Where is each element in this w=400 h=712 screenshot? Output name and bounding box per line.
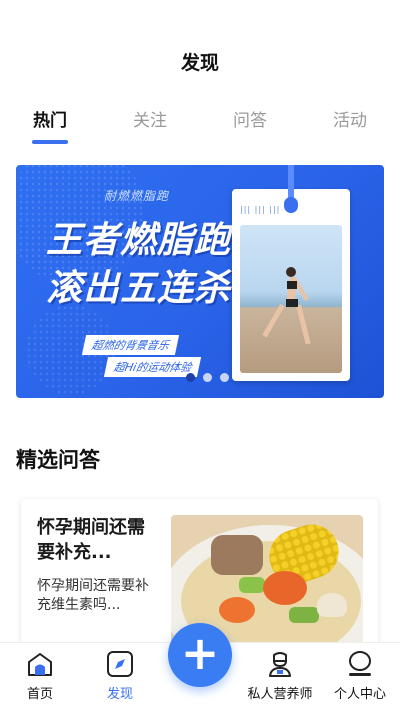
- soup-carrot: [263, 571, 307, 605]
- section-title-featured-qa: 精选问答: [16, 448, 100, 472]
- chef-icon: [269, 652, 291, 677]
- qa-card-description: 怀孕期间还需要补充维生素吗...: [37, 578, 149, 613]
- tabbar-item-discover[interactable]: 发现: [85, 649, 155, 702]
- home-icon: [28, 653, 52, 676]
- tab-hot[interactable]: 热门: [20, 106, 80, 131]
- page-title: 发现: [180, 52, 219, 74]
- carousel-dot-2[interactable]: [203, 373, 212, 382]
- promo-banner[interactable]: 耐燃燃脂跑 王者燃脂跑 滚出五连杀 超燃的背景音乐 超Hi的运动体验 ||| |…: [16, 165, 384, 398]
- banner-headline-2: 滚出五连杀: [46, 268, 232, 309]
- runner-leg: [262, 303, 285, 338]
- banner-headline-1: 王者燃脂跑: [46, 220, 232, 261]
- tab-active-indicator: [32, 140, 68, 144]
- tab-activity[interactable]: 活动: [320, 106, 380, 131]
- carousel-dot-1[interactable]: [186, 373, 195, 382]
- banner-small-text: 耐燃燃脂跑: [104, 189, 170, 203]
- tabbar-item-home[interactable]: 首页: [5, 649, 75, 702]
- soup-meat: [211, 535, 263, 575]
- add-post-button[interactable]: +: [168, 623, 232, 687]
- banner-tag-music: 超燃的背景音乐: [81, 335, 180, 355]
- soup-mushroom: [317, 593, 347, 617]
- tabbar-item-profile[interactable]: 个人中心: [325, 649, 395, 702]
- soup-celery: [239, 577, 265, 593]
- tabbar-label-nutritionist: 私人营养师: [247, 687, 313, 702]
- soup-carrot: [219, 597, 255, 623]
- runner-shorts: [286, 299, 298, 307]
- runner-top: [287, 281, 297, 289]
- lanyard: [288, 165, 294, 199]
- user-icon: [349, 651, 371, 676]
- tabbar-label-profile: 个人中心: [333, 687, 386, 702]
- category-tabs: 热门 关注 问答 活动: [0, 106, 400, 150]
- runner-head: [286, 267, 296, 277]
- badge-stripes-left: ||| ||| |||: [240, 205, 281, 214]
- soup-celery: [289, 607, 319, 623]
- tabbar-item-nutritionist[interactable]: 私人营养师: [245, 649, 315, 702]
- runner-leg: [296, 304, 311, 345]
- tab-qa[interactable]: 问答: [220, 106, 280, 131]
- carousel-dot-3[interactable]: [220, 373, 229, 382]
- compass-icon: [107, 651, 133, 677]
- carousel-dots: [186, 373, 229, 382]
- runner-photo: [240, 225, 342, 373]
- badge-clip: [284, 197, 298, 213]
- tab-follow[interactable]: 关注: [120, 106, 180, 131]
- tabbar-label-discover: 发现: [106, 687, 133, 702]
- banner-badge-card: ||| ||| |||: [232, 165, 350, 381]
- qa-card-title: 怀孕期间还需要补充...: [37, 517, 145, 563]
- tabbar-label-home: 首页: [26, 687, 53, 702]
